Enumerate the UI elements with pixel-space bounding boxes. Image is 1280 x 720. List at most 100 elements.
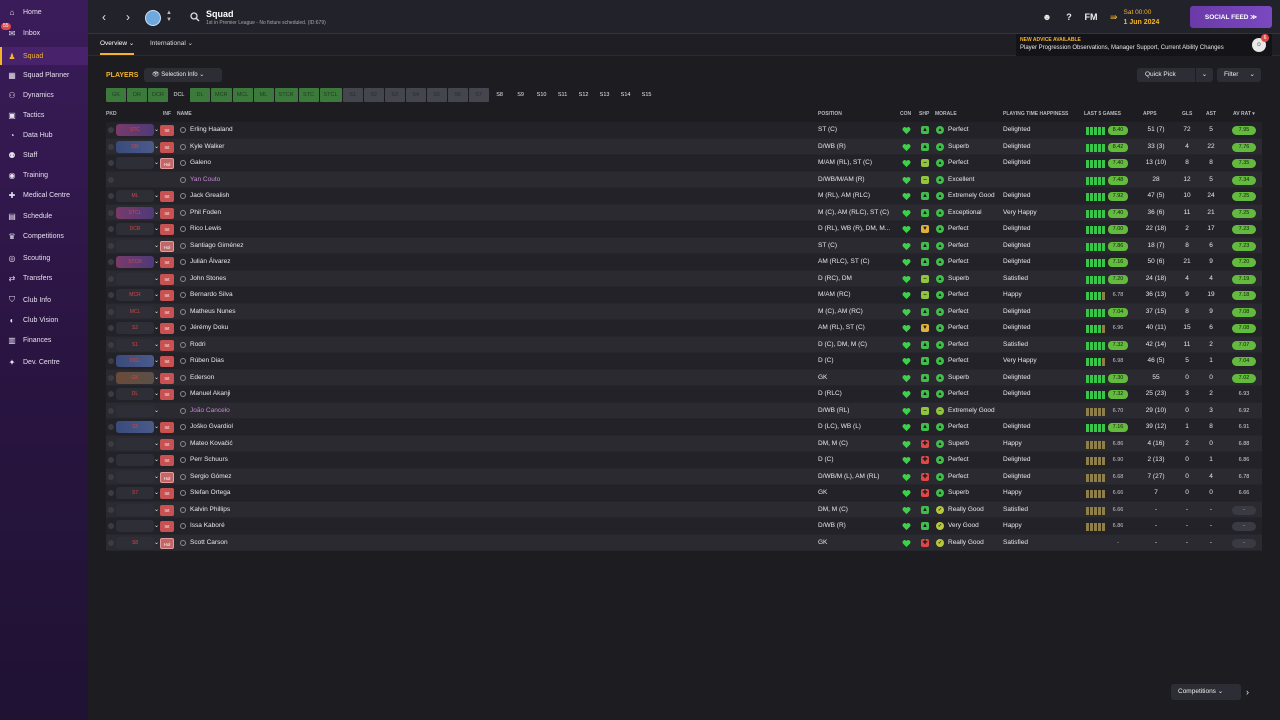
col-playing-time[interactable]: PLAYING TIME HAPPINESS	[1003, 111, 1068, 117]
table-row[interactable]: DL ⌄ Int Manuel Akanji D (RLC) ▲ ▲ Perfect Delig…	[106, 386, 1262, 403]
col-name[interactable]: NAME	[177, 111, 192, 117]
table-row[interactable]: ⌄ Int Mateo Kovačić DM, M (C) ✚ ▲ Superb Happy 6…	[106, 435, 1262, 452]
pkd-marker[interactable]	[108, 457, 114, 463]
pkd-marker[interactable]	[108, 143, 114, 150]
player-name[interactable]: Rico Lewis	[190, 221, 221, 238]
player-name[interactable]: Scott Carson	[190, 535, 228, 552]
position-tab-mcl[interactable]: MCL	[232, 88, 253, 102]
info-status-badge[interactable]: Int	[160, 224, 174, 235]
pkd-marker[interactable]	[108, 325, 114, 331]
info-status-badge[interactable]: Int	[160, 422, 174, 433]
selection-dropdown[interactable]: MCL ⌄	[116, 305, 159, 318]
sidebar-item-transfers[interactable]: ⇄ Transfers	[0, 269, 88, 287]
pkd-marker[interactable]	[108, 407, 114, 414]
pkd-marker[interactable]	[108, 391, 114, 397]
selection-dropdown[interactable]: DR ⌄	[116, 140, 159, 153]
position-tab-stc[interactable]: STC	[298, 88, 319, 102]
table-row[interactable]: STC ⌄ Int Erling Haaland ST (C) ▲ ▲ Perfect Deli…	[106, 122, 1262, 139]
info-status-badge[interactable]: Int	[160, 389, 174, 400]
fm-menu-button[interactable]: FM	[1080, 0, 1102, 34]
player-name[interactable]: Jérémy Doku	[190, 320, 228, 337]
table-row[interactable]: S2 ⌄ Int Jérémy Doku AM (RL), ST (C) ▼ ▲ Perfec…	[106, 320, 1262, 337]
selection-dropdown[interactable]: ⌄	[116, 272, 159, 285]
pkd-marker[interactable]	[108, 127, 114, 133]
sidebar-item-dynamics[interactable]: ⚇ Dynamics	[0, 86, 88, 104]
col-last5[interactable]: LAST 5 GAMES	[1084, 111, 1121, 117]
table-row[interactable]: S3 ⌄ Int Joško Gvardiol D (LC), WB (L) ▲ ▲ Perf…	[106, 419, 1262, 436]
player-name[interactable]: Matheus Nunes	[190, 304, 236, 321]
table-row[interactable]: ⌄ Int John Stones D (RC), DM – ▲ Superb Satisfi…	[106, 270, 1262, 288]
tab-international[interactable]: International ⌄	[150, 34, 193, 55]
table-row[interactable]: DCR ⌄ Int Rico Lewis D (RL), WB (R), DM, M..…	[106, 221, 1262, 238]
selection-dropdown[interactable]: STCR ⌄	[116, 256, 159, 268]
player-name[interactable]: Santiago Giménez	[190, 238, 243, 255]
info-status-badge[interactable]: Int	[160, 290, 174, 301]
sidebar-item-training[interactable]: ◉ Training	[0, 166, 88, 184]
position-tab-s7[interactable]: S7	[468, 88, 489, 102]
selection-dropdown[interactable]: MCR ⌄	[116, 289, 159, 301]
table-row[interactable]: STCR ⌄ Int Julián Álvarez AM (RLC), ST (C) ▲ ▲…	[106, 254, 1262, 271]
sidebar-item-club-vision[interactable]: ◐ Club Vision	[0, 311, 88, 329]
info-status-badge[interactable]: Int	[160, 521, 174, 532]
selection-dropdown[interactable]: STCL ⌄	[116, 206, 159, 219]
selection-dropdown[interactable]: ⌄	[116, 470, 159, 483]
tab-overview[interactable]: Overview ⌄	[100, 34, 135, 55]
position-tab-ml[interactable]: ML	[253, 88, 274, 102]
position-tab-dl[interactable]: DL	[190, 88, 210, 102]
pkd-marker[interactable]	[108, 275, 114, 282]
pkd-marker[interactable]	[108, 176, 114, 183]
selection-dropdown[interactable]: ⌄	[116, 454, 159, 466]
player-name[interactable]: Rodri	[190, 337, 206, 354]
pkd-marker[interactable]	[108, 292, 114, 298]
player-name[interactable]: Julián Álvarez	[190, 254, 230, 271]
position-tab-s8[interactable]: S8	[489, 88, 510, 102]
pkd-marker[interactable]	[108, 473, 114, 480]
selection-dropdown[interactable]: ⌄	[116, 404, 159, 417]
selection-dropdown[interactable]: ⌄	[116, 437, 159, 450]
position-tab-s6[interactable]: S6	[447, 88, 468, 102]
position-tab-dr[interactable]: DR	[127, 88, 147, 102]
table-row[interactable]: GK ⌄ Int Ederson GK ▲ ▲ Superb Delighted 7.30 55 0 0…	[106, 369, 1262, 386]
position-tab-s1[interactable]: S1	[342, 88, 363, 102]
sidebar-item-inbox[interactable]: ✉ 55 Inbox	[0, 23, 88, 42]
pkd-marker[interactable]	[108, 374, 114, 381]
back-arrow-icon[interactable]: ‹	[96, 9, 112, 25]
sidebar-item-finances[interactable]: ▥ Finances	[0, 331, 88, 349]
player-name[interactable]: Joško Gvardiol	[190, 419, 233, 436]
sidebar-item-medical-centre[interactable]: ✚ Medical Centre	[0, 186, 88, 204]
info-status-badge[interactable]: Int	[160, 488, 174, 499]
quick-pick-chevron-icon[interactable]: ⌄	[1195, 68, 1213, 82]
player-name[interactable]: Phil Foden	[190, 205, 221, 222]
info-status-badge[interactable]: Int	[160, 438, 174, 450]
player-name[interactable]: Bernardo Silva	[190, 287, 233, 304]
selection-dropdown[interactable]: DL ⌄	[116, 388, 159, 400]
sidebar-item-competitions[interactable]: ♛ Competitions	[0, 227, 88, 245]
position-tab-s3[interactable]: S3	[384, 88, 405, 102]
social-feed-button[interactable]: SOCIAL FEED ≫	[1190, 6, 1272, 28]
player-name[interactable]: Issa Kaboré	[190, 518, 225, 535]
sidebar-item-scouting[interactable]: ◎ Scouting	[0, 249, 88, 267]
table-row[interactable]: ⌄ Hol Santiago Giménez ST (C) ▲ ▲ Perfect Delig…	[106, 237, 1262, 255]
pkd-marker[interactable]	[108, 506, 114, 513]
position-tab-s4[interactable]: S4	[405, 88, 426, 102]
table-row[interactable]: STCL ⌄ Int Phil Foden M (C), AM (RLC), ST (C…	[106, 204, 1262, 222]
table-row[interactable]: S1 ⌄ Int Rodri D (C), DM, M (C) ▲ ▲ Perfect Sati…	[106, 336, 1262, 354]
table-row[interactable]: ⌄ João Cancelo D/WB (RL) – – Extremely Good 6.…	[106, 402, 1262, 419]
sidebar-item-squad-planner[interactable]: ▦ Squad Planner	[0, 66, 88, 84]
info-status-badge[interactable]: Int	[160, 207, 174, 219]
manager-profile-icon[interactable]: ☻	[1036, 0, 1058, 34]
table-row[interactable]: ⌄ Int Kalvin Phillips DM, M (C) ▲ ✓ Really Goo…	[106, 501, 1262, 518]
competitions-dropdown[interactable]: Competitions ⌄	[1171, 684, 1241, 700]
info-status-badge[interactable]: Int	[160, 306, 174, 318]
table-row[interactable]: S7 ⌄ Int Stefan Ortega GK ✚ ▲ Superb Happy 6.66 7 0…	[106, 485, 1262, 502]
position-tab-dcl[interactable]: DCL	[169, 88, 189, 102]
player-name[interactable]: Yan Couto	[190, 172, 220, 189]
club-crest-icon[interactable]	[145, 10, 161, 26]
player-name[interactable]: John Stones	[190, 271, 226, 288]
filter-dropdown[interactable]: Filter ⌄	[1217, 68, 1261, 82]
pkd-marker[interactable]	[108, 193, 114, 199]
table-row[interactable]: ⌄ Hol Galeno M/AM (RL), ST (C) – ▲ Perfect Deli…	[106, 155, 1262, 172]
info-status-badge[interactable]: Int	[160, 141, 174, 153]
table-row[interactable]: ⌄ Int Perr Schuurs D (C) ✚ ▲ Perfect Delighted 6…	[106, 452, 1262, 469]
sidebar-item-tactics[interactable]: ▣ Tactics	[0, 106, 88, 124]
